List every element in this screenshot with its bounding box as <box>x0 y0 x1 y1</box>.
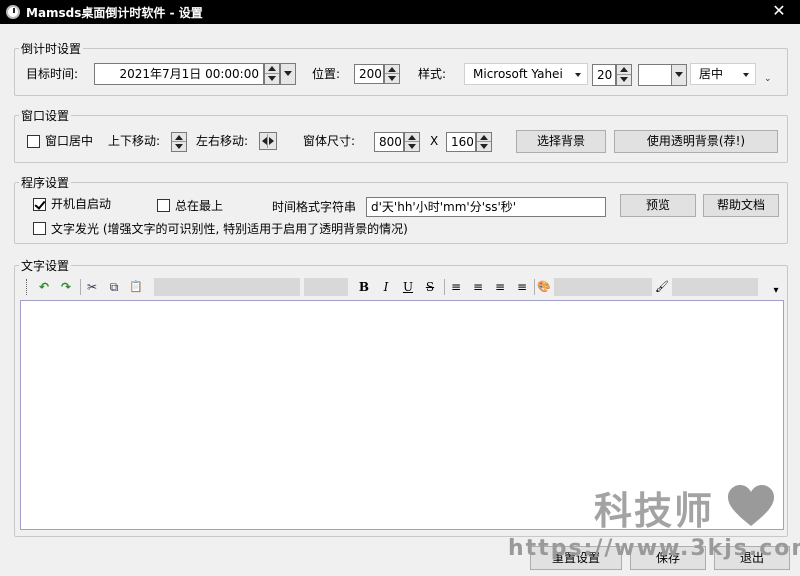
topmost-checkbox[interactable] <box>157 199 170 212</box>
toolbar-separator <box>444 279 445 295</box>
align-left-icon[interactable]: ≡ <box>448 279 464 295</box>
chevron-down-icon <box>575 73 581 77</box>
color-palette-icon[interactable]: 🎨 <box>536 279 552 295</box>
copy-icon[interactable]: ⧉ <box>106 279 122 295</box>
window-height-input[interactable]: 160 <box>446 132 476 152</box>
vertical-move-label: 上下移动: <box>108 134 161 148</box>
watermark-text: 科技师 <box>594 489 715 533</box>
font-family-box[interactable] <box>154 278 300 296</box>
autostart-checkbox[interactable] <box>33 198 46 211</box>
horizontal-move-label: 左右移动: <box>196 134 249 148</box>
toolbar-separator <box>80 279 81 295</box>
cut-icon[interactable]: ✂ <box>84 279 100 295</box>
app-clock-icon <box>6 5 20 19</box>
text-glow-checkbox[interactable] <box>33 222 46 235</box>
topmost-label: 总在最上 <box>175 199 224 213</box>
strikethrough-button[interactable]: S <box>422 279 438 295</box>
window-center-label: 窗口居中 <box>45 134 94 148</box>
window-settings-legend: 窗口设置 <box>21 109 70 123</box>
countdown-settings-legend: 倒计时设置 <box>21 42 82 56</box>
time-format-label: 时间格式字符串 <box>272 200 357 214</box>
vertical-move-spinner[interactable] <box>171 132 187 152</box>
font-size-input[interactable]: 20 <box>592 64 616 86</box>
close-button[interactable]: ✕ <box>764 0 794 24</box>
position-label: 位置: <box>312 67 341 81</box>
text-color-select[interactable] <box>638 64 672 86</box>
text-color-box[interactable] <box>554 278 652 296</box>
italic-button[interactable]: I <box>378 279 394 295</box>
chevron-down-icon <box>743 73 749 77</box>
text-format-toolbar: ↶ ↷ ✂ ⧉ 📋 B I U S ≡ ≡ ≡ ≡ 🎨 🖌 ▾ <box>26 277 784 297</box>
target-time-input[interactable]: 2021年7月1日 00:00:00 <box>94 63 264 85</box>
target-time-spinner[interactable] <box>264 63 280 85</box>
choose-background-button[interactable]: 选择背景 <box>516 130 606 153</box>
background-color-box[interactable] <box>672 278 758 296</box>
align-center-icon[interactable]: ≡ <box>470 279 486 295</box>
title-bar[interactable]: Mamsds桌面倒计时软件 - 设置 ✕ <box>0 0 800 24</box>
transparent-background-button[interactable]: 使用透明背景(荐!) <box>614 130 778 153</box>
font-size-spinner[interactable] <box>616 64 632 86</box>
align-right-icon[interactable]: ≡ <box>492 279 508 295</box>
font-size-box[interactable] <box>304 278 348 296</box>
font-name-value: Microsoft Yahei <box>473 67 563 81</box>
size-x-label: X <box>430 134 439 148</box>
window-height-spinner[interactable] <box>476 132 492 152</box>
text-color-dropdown-button[interactable] <box>671 64 687 86</box>
toolbar-overflow-icon[interactable]: ▾ <box>768 283 784 299</box>
align-select[interactable]: 居中 <box>690 63 756 85</box>
help-docs-button[interactable]: 帮助文档 <box>703 194 779 217</box>
program-settings-legend: 程序设置 <box>21 176 70 190</box>
justify-icon[interactable]: ≡ <box>514 279 530 295</box>
window-title: Mamsds桌面倒计时软件 - 设置 <box>26 6 203 20</box>
toolbar-separator <box>534 279 535 295</box>
undo-icon[interactable]: ↶ <box>36 279 52 295</box>
autostart-label: 开机自启动 <box>51 197 112 211</box>
target-time-dropdown-button[interactable] <box>280 63 296 85</box>
redo-icon[interactable]: ↷ <box>58 279 74 295</box>
position-input[interactable]: 200 <box>354 64 384 84</box>
preview-button[interactable]: 预览 <box>620 194 696 217</box>
position-spinner[interactable] <box>384 64 400 84</box>
watermark-heart-icon <box>728 485 774 526</box>
text-settings-legend: 文字设置 <box>21 259 70 273</box>
style-label: 样式: <box>418 67 447 81</box>
align-value: 居中 <box>699 67 724 81</box>
font-name-select[interactable]: Microsoft Yahei <box>464 63 588 85</box>
horizontal-move-spinner[interactable] <box>259 132 277 150</box>
brush-icon[interactable]: 🖌 <box>654 279 670 295</box>
window-size-label: 窗体尺寸: <box>303 134 356 148</box>
text-glow-label: 文字发光 (增强文字的可识别性, 特别适用于启用了透明背景的情况) <box>51 222 408 236</box>
paste-icon[interactable]: 📋 <box>128 279 144 295</box>
window-center-checkbox[interactable] <box>27 135 40 148</box>
watermark-url: https://www.3kjs.com <box>508 536 800 561</box>
align-overflow-icon: ⌄ <box>764 74 772 84</box>
bold-button[interactable]: B <box>356 279 372 295</box>
window-width-input[interactable]: 800 <box>374 132 404 152</box>
toolbar-grip[interactable] <box>26 279 29 295</box>
window-width-spinner[interactable] <box>404 132 420 152</box>
target-time-label: 目标时间: <box>26 67 79 81</box>
underline-button[interactable]: U <box>400 279 416 295</box>
time-format-input[interactable]: d'天'hh'小时'mm'分'ss'秒' <box>366 197 606 217</box>
